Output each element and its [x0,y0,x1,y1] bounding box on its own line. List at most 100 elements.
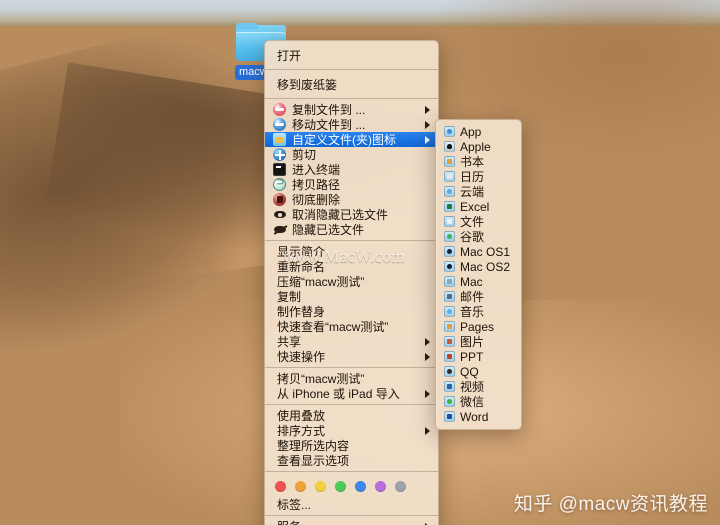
menu-item[interactable]: 显示简介 [265,244,438,259]
tag-color-dot-2[interactable] [315,480,326,492]
submenu-item[interactable]: 文件 [436,214,521,229]
menu-item[interactable]: 压缩“macw测试” [265,274,438,289]
submenu-item-label: 谷歌 [460,230,485,244]
submenu-item-label: 微信 [460,395,485,409]
menu-item[interactable]: 快速操作 [265,349,438,364]
submenu-item[interactable]: Mac OS1 [436,244,521,259]
submenu-item[interactable]: 视频 [436,379,521,394]
submenu-item-label: App [460,124,482,139]
menu-item[interactable]: 复制 [265,289,438,304]
tag-color-dot-0[interactable] [275,480,286,492]
submenu-arrow-icon [425,352,430,361]
submenu-item-label: Excel [460,199,490,214]
cut-icon [273,148,286,161]
menu-item[interactable]: 使用叠放 [265,408,438,423]
menu-separator [265,240,438,241]
menu-item[interactable]: 排序方式 [265,423,438,438]
menu-separator [265,515,438,516]
c-music-icon [444,306,455,317]
submenu-arrow-icon [425,337,430,346]
submenu-item[interactable]: Mac [436,274,521,289]
c-os2-icon [444,261,455,272]
submenu-item[interactable]: Excel [436,199,521,214]
custom-folder-icon-submenu[interactable]: App Apple 书本 日历 云端 Excel 文件 谷歌 Mac OS1 Mac OS2 Mac… [435,119,522,430]
submenu-item-label: 图片 [460,335,485,349]
delete-perm-icon [273,193,286,206]
context-menu[interactable]: 打开移到废纸篓复制文件到 ... 移动文件到 ... 自定义文件(夹)图标 剪切 进入终… [264,40,439,525]
menu-item[interactable]: 整理所选内容 [265,438,438,453]
submenu-item-label: 云端 [460,185,485,199]
menu-item[interactable]: 共享 [265,334,438,349]
c-word-icon [444,411,455,422]
submenu-item[interactable]: 图片 [436,334,521,349]
submenu-item[interactable]: 谷歌 [436,229,521,244]
copy-path-icon [273,177,286,191]
tag-color-dot-4[interactable] [355,480,366,492]
c-excel-icon [444,201,455,212]
menu-item-label: 快速操作 [277,350,326,364]
submenu-item[interactable]: Word [436,409,521,424]
menu-item[interactable]: 取消隐藏已选文件 [265,207,438,222]
menu-item[interactable]: 重新命名 [265,259,438,274]
menu-item[interactable]: 移动文件到 ... [265,117,438,132]
menu-item[interactable]: 快速查看“macw测试” [265,319,438,334]
submenu-item[interactable]: 书本 [436,154,521,169]
menu-item[interactable]: 自定义文件(夹)图标 [265,132,438,147]
submenu-item[interactable]: 日历 [436,169,521,184]
menu-item[interactable]: 标签... [265,497,438,512]
submenu-item-label: Mac [460,274,483,289]
menu-item[interactable]: 彻底删除 [265,192,438,207]
submenu-item[interactable]: Mac OS2 [436,259,521,274]
c-ppt-icon [444,351,455,362]
menu-item[interactable]: 复制文件到 ... [265,102,438,117]
c-mail-icon [444,291,455,302]
menu-item[interactable]: 隐藏已选文件 [265,222,438,237]
submenu-item[interactable]: 云端 [436,184,521,199]
c-apple-icon [444,141,455,152]
c-pages-icon [444,321,455,332]
c-file-icon [444,216,455,227]
submenu-item[interactable]: Pages [436,319,521,334]
folder-custom-icon [273,133,286,146]
submenu-item-label: Mac OS1 [460,244,511,259]
submenu-item-label: Apple [460,139,491,154]
menu-item[interactable]: 从 iPhone 或 iPad 导入 [265,386,438,401]
submenu-item[interactable]: App [436,124,521,139]
tag-color-dot-3[interactable] [335,480,346,492]
tag-color-dot-5[interactable] [375,480,386,492]
menu-item[interactable]: 剪切 [265,147,438,162]
submenu-arrow-icon [425,120,430,129]
menu-separator [265,404,438,405]
menu-item[interactable]: 进入终端 [265,162,438,177]
submenu-arrow-icon [425,135,430,144]
submenu-item[interactable]: 音乐 [436,304,521,319]
menu-item[interactable]: 查看显示选项 [265,453,438,468]
menu-item[interactable]: 服务 [265,519,438,525]
c-pic-icon [444,336,455,347]
menu-item[interactable]: 拷贝“macw测试” [265,371,438,386]
submenu-item[interactable]: PPT [436,349,521,364]
tag-color-dot-6[interactable] [395,480,406,492]
menu-item[interactable]: 打开 [265,44,438,66]
c-google-icon [444,231,455,242]
menu-separator [265,98,438,99]
menu-item-label: 标签... [277,498,312,512]
c-mac-icon [444,276,455,287]
submenu-item[interactable]: 微信 [436,394,521,409]
tag-colors-row[interactable] [265,475,438,497]
eye-show-icon [273,208,286,221]
submenu-item[interactable]: QQ [436,364,521,379]
menu-separator [265,69,438,70]
menu-separator [265,367,438,368]
submenu-item-label: QQ [460,364,479,379]
submenu-item-label: Word [460,409,489,424]
menu-item[interactable]: 拷贝路径 [265,177,438,192]
c-qq-icon [444,366,455,377]
menu-item[interactable]: 制作替身 [265,304,438,319]
menu-item[interactable]: 移到废纸篓 [265,73,438,95]
tag-color-dot-1[interactable] [295,480,306,492]
desktop-wallpaper: macw测试 打开 移到废纸篓 复制文件到 ... 移动文件到 ... 自定义文件(夹)… [0,0,720,525]
submenu-item[interactable]: Apple [436,139,521,154]
move-to-icon [273,118,286,131]
submenu-item[interactable]: 邮件 [436,289,521,304]
